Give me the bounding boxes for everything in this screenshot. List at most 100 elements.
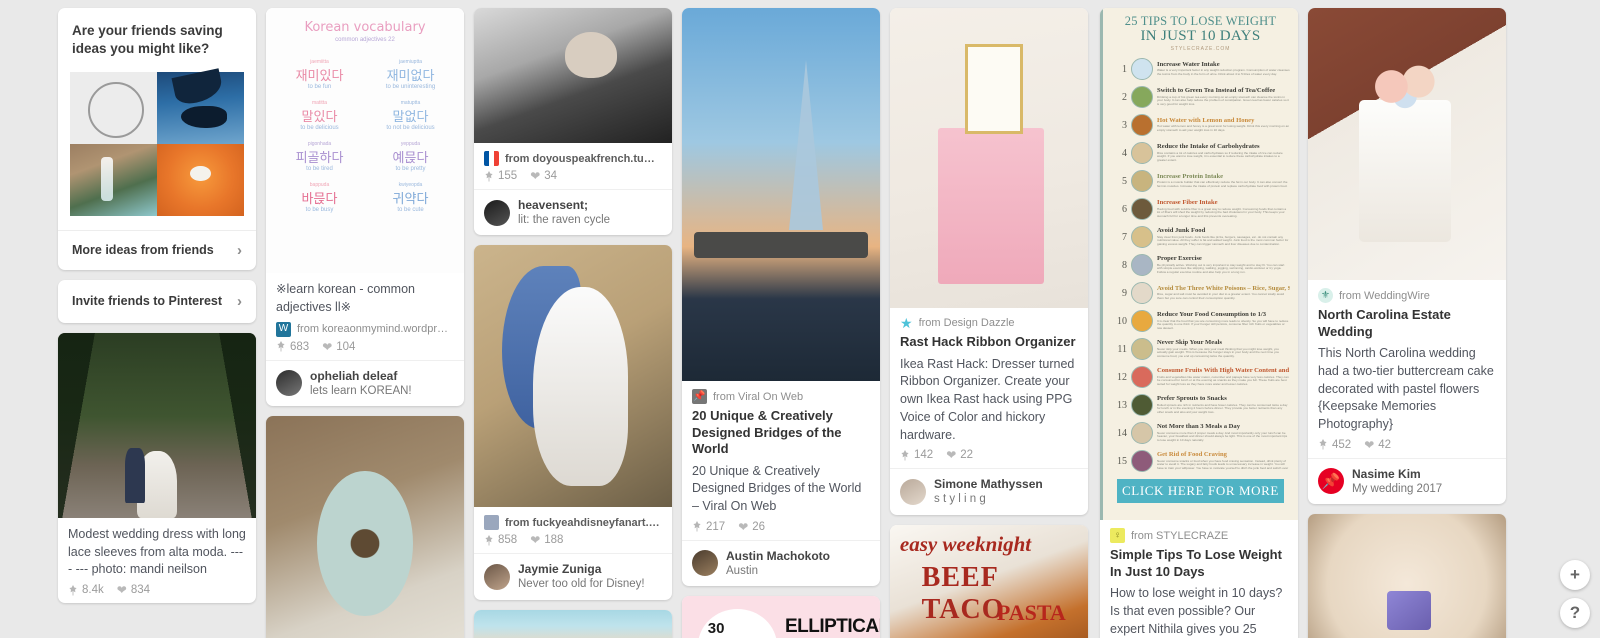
pin-source-label: from koreaonmymind.wordpress.c...: [297, 323, 454, 335]
infographic-tip-row: 15 Get Rid of Food Craving Never consume s…: [1107, 447, 1294, 475]
star-icon: ★: [900, 315, 913, 331]
pin-lose-weight-tips[interactable]: 25 TIPS TO LOSE WEIGHT IN JUST 10 DAYS S…: [1100, 8, 1298, 638]
pin-source[interactable]: from fuckyeahdisneyfanart.tumblr...: [484, 515, 662, 531]
pin-bridges[interactable]: 📌 from Viral On Web 20 Unique & Creative…: [682, 8, 880, 587]
pin-user-text: Simone Mathyssen s t y l i n g: [934, 477, 1043, 506]
pin-description: 20 Unique & Creatively Designed Bridges …: [692, 463, 862, 514]
pin-stats: 858 ❤ 188: [484, 534, 662, 546]
infographic-cta-button[interactable]: CLICK HERE FOR MORE: [1117, 479, 1284, 503]
tip-text: Water is a very important factor in any …: [1157, 69, 1290, 77]
more-ideas-from-friends-link[interactable]: More ideas from friends ›: [58, 229, 256, 270]
help-button[interactable]: ?: [1560, 598, 1590, 628]
pin-source[interactable]: ★ from Design Dazzle: [900, 316, 1078, 330]
tip-heading: Avoid The Three White Poisons – Rice, Su…: [1157, 285, 1290, 293]
pin-image[interactable]: [1308, 514, 1506, 638]
pin-anime-partial[interactable]: [474, 609, 672, 638]
save-count-value: 142: [914, 449, 934, 462]
pin-raven-cycle[interactable]: from doyouspeakfrench.tumblr.com 155 ❤ 3…: [474, 8, 672, 236]
invite-friends-link[interactable]: Invite friends to Pinterest ›: [58, 280, 256, 323]
invite-friends-card[interactable]: Invite friends to Pinterest ›: [58, 279, 256, 323]
pin-user[interactable]: 📌 Nasime Kim My wedding 2017: [1308, 457, 1506, 504]
pin-user-name: heavensent;: [518, 198, 589, 212]
zoom-controls[interactable]: + ?: [1560, 552, 1590, 628]
pin-image[interactable]: [890, 8, 1088, 308]
avatar: [692, 550, 718, 577]
tip-text: Boiled sprouts are rich in nutrients and…: [1157, 403, 1288, 415]
invite-friends-label: Invite friends to Pinterest: [72, 294, 223, 309]
pin-korean-vocabulary[interactable]: Korean vocabulary common adjectives 22 j…: [266, 8, 464, 406]
beef-taco-pasta-photo-image: easy weeknight BEEF TACO PASTA: [890, 524, 1088, 638]
tip-body: Reduce the Intake of Carbohydrates Rice c…: [1157, 143, 1290, 162]
chevron-right-icon: ›: [237, 241, 242, 259]
pin-stats: 142 ❤ 22: [900, 449, 1078, 461]
pin-user[interactable]: Simone Mathyssen s t y l i n g: [890, 468, 1088, 514]
pin-image[interactable]: 25 TIPS TO LOSE WEIGHT IN JUST 10 DAYS S…: [1100, 8, 1298, 520]
pin-rast-hack[interactable]: ★ from Design Dazzle Rast Hack Ribbon Or…: [890, 8, 1088, 515]
tip-thumbnail-icon: [1131, 366, 1153, 388]
pin-source[interactable]: ♀ from STYLECRAZE: [1110, 528, 1288, 543]
tumblr-thumb-icon: [484, 515, 499, 531]
pin-nc-estate-wedding[interactable]: ⚜ from WeddingWire North Carolina Estate…: [1308, 8, 1506, 505]
tip-number: 14: [1117, 427, 1127, 439]
infographic-tip-row: 11 Never Skip Your Meals Never skip your m…: [1107, 335, 1294, 363]
like-count: ❤ 26: [738, 521, 765, 533]
tip-thumbnail-icon: [1131, 450, 1153, 472]
like-count-value: 104: [336, 340, 356, 353]
tip-number: 1: [1122, 63, 1127, 75]
tip-thumbnail-icon: [1131, 58, 1153, 80]
pin-tanzanite-ring[interactable]: [1308, 514, 1506, 638]
tip-body: Increase Fiber Intake Having food with so…: [1157, 199, 1290, 218]
save-count: 142: [900, 449, 933, 461]
tip-body: Get Rid of Food Craving Never consume sna…: [1157, 451, 1290, 470]
tip-heading: Get Rid of Food Craving: [1157, 451, 1227, 459]
tip-text: Never skip your meals. When you skip you…: [1157, 347, 1280, 359]
zoom-in-button[interactable]: +: [1560, 560, 1590, 590]
pin-user[interactable]: heavensent; lit: the raven cycle: [474, 189, 672, 235]
tip-body: Proper Exercise Be physically active. Wor…: [1157, 255, 1290, 274]
pin-spring-wreath[interactable]: [266, 415, 464, 638]
promo-thumbnail-grid: [70, 71, 244, 216]
pin-image[interactable]: easy weeknight BEEF TACO PASTA: [890, 524, 1088, 638]
pin-icon: [69, 584, 77, 596]
tip-number: 13: [1117, 399, 1127, 411]
tip-body: Increase Water Intake Water is a very imp…: [1157, 61, 1290, 77]
pin-elliptical-workout[interactable]: 30 minute ELLIPTICAL WORKOUT: [682, 596, 880, 638]
pin-source[interactable]: 📌 from Viral On Web: [692, 389, 870, 404]
pin-image[interactable]: [474, 8, 672, 143]
heart-icon: ❤: [1364, 437, 1375, 452]
like-count-value: 834: [130, 584, 150, 597]
save-count-value: 858: [498, 534, 518, 547]
pin-icon: [693, 521, 701, 532]
pin-beef-taco-pasta[interactable]: easy weeknight BEEF TACO PASTA: [890, 524, 1088, 638]
pin-source[interactable]: from doyouspeakfrench.tumblr.com: [484, 151, 662, 166]
tip-heading: Increase Protein Intake: [1157, 173, 1224, 181]
pin-user-name: Nasime Kim: [1352, 466, 1421, 481]
pinterest-board[interactable]: Are your friends saving ideas you might …: [0, 0, 1600, 638]
pin-image[interactable]: [266, 415, 464, 638]
pin-image[interactable]: 30 minute ELLIPTICAL WORKOUT: [682, 596, 880, 638]
pin-image[interactable]: [682, 8, 880, 381]
pin-image[interactable]: [474, 609, 672, 638]
pin-image[interactable]: [58, 332, 256, 518]
pin-source[interactable]: ⚜ from WeddingWire: [1318, 288, 1496, 303]
tip-text: Protein is a muscle builder that can eff…: [1157, 181, 1288, 189]
pin-board-name: My wedding 2017: [1352, 482, 1443, 495]
pin-board-name: Never too old for Disney!: [518, 578, 645, 591]
pin-user-text: opheliah deleaf lets learn KOREAN!: [310, 369, 412, 398]
tip-thumbnail-icon: [1131, 142, 1153, 164]
pin-wedding-dress[interactable]: Modest wedding dress with long lace slee…: [58, 332, 256, 604]
more-ideas-label: More ideas from friends: [72, 243, 214, 258]
pin-disney-horse[interactable]: from fuckyeahdisneyfanart.tumblr... 858 …: [474, 245, 672, 600]
pin-user[interactable]: opheliah deleaf lets learn KOREAN!: [266, 359, 464, 406]
pin-user[interactable]: Jaymie Zuniga Never too old for Disney!: [474, 553, 672, 599]
tip-heading: Avoid Junk Food: [1157, 227, 1206, 235]
pin-meta: Modest wedding dress with long lace slee…: [58, 518, 256, 603]
pin-image[interactable]: [1308, 8, 1506, 280]
pin-user[interactable]: Austin Machokoto Austin: [682, 539, 880, 586]
friends-promo-card[interactable]: Are your friends saving ideas you might …: [58, 8, 256, 270]
pin-source[interactable]: W from koreaonmymind.wordpress.c...: [276, 321, 454, 337]
pin-image[interactable]: Korean vocabulary common adjectives 22 j…: [266, 8, 464, 273]
tip-number: 5: [1122, 175, 1127, 187]
stylecraze-icon: ♀: [1110, 528, 1125, 543]
pin-image[interactable]: [474, 245, 672, 508]
